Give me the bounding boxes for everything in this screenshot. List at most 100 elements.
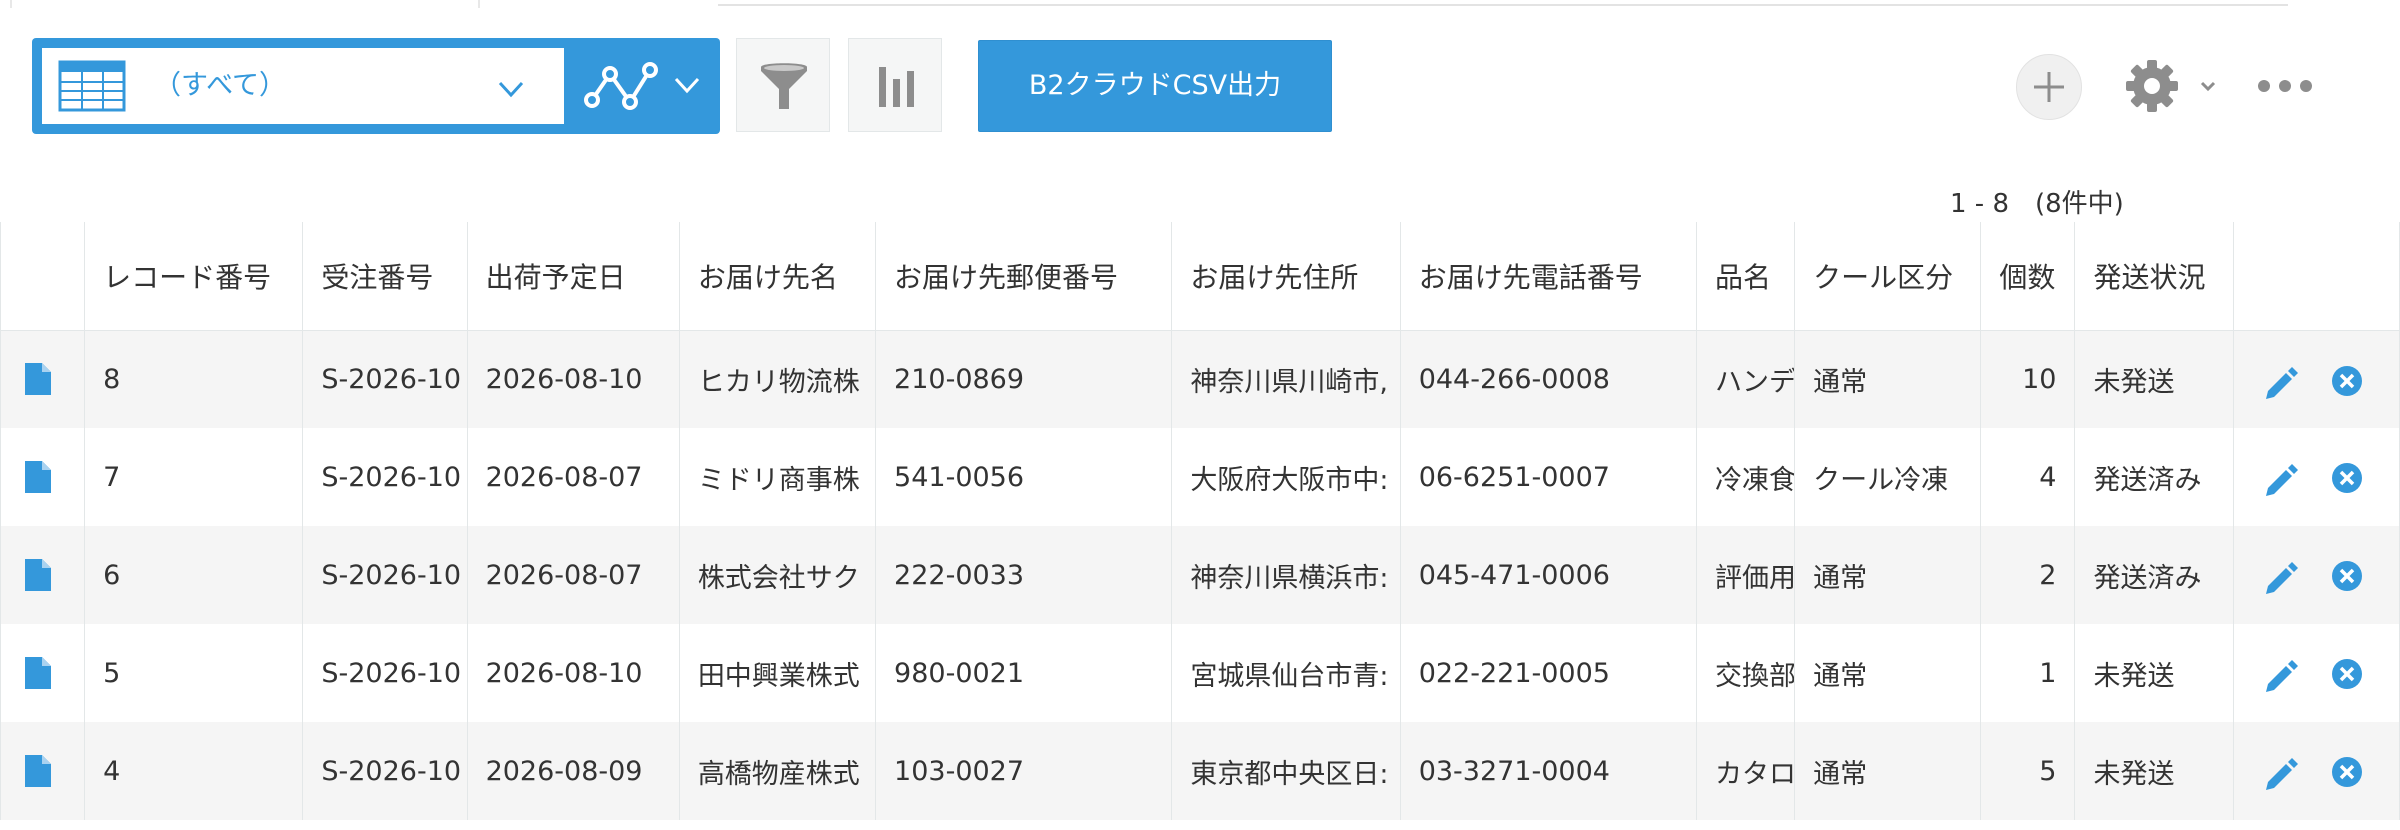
address-cell: 大阪府大阪市中:: [1171, 428, 1401, 526]
column-header[interactable]: 出荷予定日: [466, 222, 680, 331]
document-icon[interactable]: [25, 755, 51, 787]
item-name-cell: カタロ: [1696, 722, 1796, 820]
table-row: 5 S-2026-10 2026-08-10 田中興業株式 980-0021 宮城県仙台市…: [0, 624, 2400, 722]
order-number-cell: S-2026-10: [302, 624, 468, 722]
chevron-down-icon[interactable]: [2196, 74, 2220, 98]
record-number-cell: 4: [84, 722, 304, 820]
cool-type-cell: 通常: [1794, 330, 1982, 428]
column-header[interactable]: お届け先住所: [1171, 222, 1401, 331]
postal-code-cell: 222-0033: [875, 526, 1173, 624]
ship-date-cell: 2026-08-09: [466, 722, 680, 820]
order-number-cell: S-2026-10: [302, 526, 468, 624]
phone-cell: 045-471-0006: [1399, 526, 1698, 624]
address-cell: 神奈川県横浜市:: [1171, 526, 1401, 624]
shipping-status-cell: 未発送: [2074, 330, 2234, 428]
ship-date-cell: 2026-08-07: [466, 526, 680, 624]
recipient-name-cell: 田中興業株式: [678, 624, 877, 722]
chart-button[interactable]: [848, 38, 942, 132]
document-icon[interactable]: [25, 461, 51, 493]
column-header[interactable]: お届け先郵便番号: [875, 222, 1173, 331]
shipping-status-cell: 未発送: [2074, 624, 2234, 722]
column-header[interactable]: お届け先名: [678, 222, 877, 331]
order-number-cell: S-2026-10: [302, 722, 468, 820]
column-header[interactable]: 個数: [1980, 222, 2076, 331]
cool-type-cell: 通常: [1794, 624, 1982, 722]
recipient-name-cell: 株式会社サク: [678, 526, 877, 624]
delete-icon[interactable]: [2330, 755, 2364, 789]
column-header[interactable]: 発送状況: [2074, 222, 2234, 331]
postal-code-cell: 103-0027: [875, 722, 1173, 820]
record-detail-cell: [0, 330, 86, 428]
edit-icon[interactable]: [2264, 658, 2298, 692]
graph-menu-button[interactable]: [572, 44, 718, 128]
view-switcher: （すべて）: [32, 38, 720, 134]
chevron-down-icon: [498, 81, 524, 98]
chevron-down-icon: [674, 77, 700, 94]
table-row: 8 S-2026-10 2026-08-10 ヒカリ物流株 210-0869 神奈川県川崎…: [0, 330, 2400, 428]
row-actions-cell: [2232, 330, 2400, 428]
column-header[interactable]: レコード番号: [84, 222, 304, 331]
add-record-button[interactable]: [2016, 54, 2082, 120]
edit-icon[interactable]: [2264, 462, 2298, 496]
record-number-cell: 6: [84, 526, 304, 624]
item-name-cell: 冷凍食: [1696, 428, 1796, 526]
record-detail-cell: [0, 526, 86, 624]
delete-icon[interactable]: [2330, 364, 2364, 398]
quantity-cell: 2: [1980, 526, 2076, 624]
record-detail-cell: [0, 624, 86, 722]
document-icon[interactable]: [25, 559, 51, 591]
edit-icon[interactable]: [2264, 365, 2298, 399]
bar-chart-icon: [879, 67, 914, 107]
recipient-name-cell: ミドリ商事株: [678, 428, 877, 526]
row-actions-cell: [2232, 428, 2400, 526]
delete-icon[interactable]: [2330, 657, 2364, 691]
column-header[interactable]: クール区分: [1794, 222, 1982, 331]
more-icon[interactable]: [2256, 74, 2314, 98]
b2-cloud-csv-export-button[interactable]: B2クラウドCSV出力: [978, 40, 1332, 132]
cool-type-cell: 通常: [1794, 526, 1982, 624]
cool-type-cell: クール冷凍: [1794, 428, 1982, 526]
header-divider: [718, 4, 2288, 6]
table-header-row: レコード番号 受注番号 出荷予定日 お届け先名 お届け先郵便番号 お届け先住所 …: [0, 222, 2400, 331]
table-row: 6 S-2026-10 2026-08-07 株式会社サク 222-0033 神奈川県横浜…: [0, 526, 2400, 624]
records-table: レコード番号 受注番号 出荷予定日 お届け先名 お届け先郵便番号 お届け先住所 …: [0, 222, 2400, 820]
phone-cell: 06-6251-0007: [1399, 428, 1698, 526]
plus-icon: [2034, 72, 2064, 102]
table-row: 7 S-2026-10 2026-08-07 ミドリ商事株 541-0056 大阪府大阪市…: [0, 428, 2400, 526]
row-actions-cell: [2232, 722, 2400, 820]
edit-icon[interactable]: [2264, 756, 2298, 790]
cool-type-cell: 通常: [1794, 722, 1982, 820]
ship-date-cell: 2026-08-07: [466, 428, 680, 526]
postal-code-cell: 210-0869: [875, 330, 1173, 428]
address-cell: 神奈川県川崎市,: [1171, 330, 1401, 428]
document-icon[interactable]: [25, 657, 51, 689]
shipping-status-cell: 発送済み: [2074, 526, 2234, 624]
item-name-cell: ハンデ: [1696, 330, 1796, 428]
quantity-cell: 10: [1980, 330, 2076, 428]
recipient-name-cell: 高橋物産株式: [678, 722, 877, 820]
delete-icon[interactable]: [2330, 559, 2364, 593]
record-detail-cell: [0, 428, 86, 526]
shipping-status-cell: 未発送: [2074, 722, 2234, 820]
view-select[interactable]: （すべて）: [42, 48, 564, 124]
ship-date-cell: 2026-08-10: [466, 624, 680, 722]
column-header[interactable]: 受注番号: [302, 222, 468, 331]
edit-icon[interactable]: [2264, 560, 2298, 594]
column-header[interactable]: お届け先電話番号: [1399, 222, 1698, 331]
column-header: [2232, 222, 2400, 331]
order-number-cell: S-2026-10: [302, 330, 468, 428]
record-number-cell: 5: [84, 624, 304, 722]
item-name-cell: 評価用: [1696, 526, 1796, 624]
table-row: 4 S-2026-10 2026-08-09 高橋物産株式 103-0027 東京都中央区…: [0, 722, 2400, 820]
view-selected-label: （すべて）: [154, 70, 287, 101]
gear-icon[interactable]: [2124, 58, 2180, 114]
document-icon[interactable]: [25, 363, 51, 396]
order-number-cell: S-2026-10: [302, 428, 468, 526]
phone-cell: 022-221-0005: [1399, 624, 1698, 722]
filter-button[interactable]: [736, 38, 830, 132]
pagination-info: 1 - 8 (8件中): [1950, 189, 2124, 219]
record-detail-cell: [0, 722, 86, 820]
delete-icon[interactable]: [2330, 461, 2364, 495]
column-header[interactable]: 品名: [1696, 222, 1796, 331]
recipient-name-cell: ヒカリ物流株: [678, 330, 877, 428]
